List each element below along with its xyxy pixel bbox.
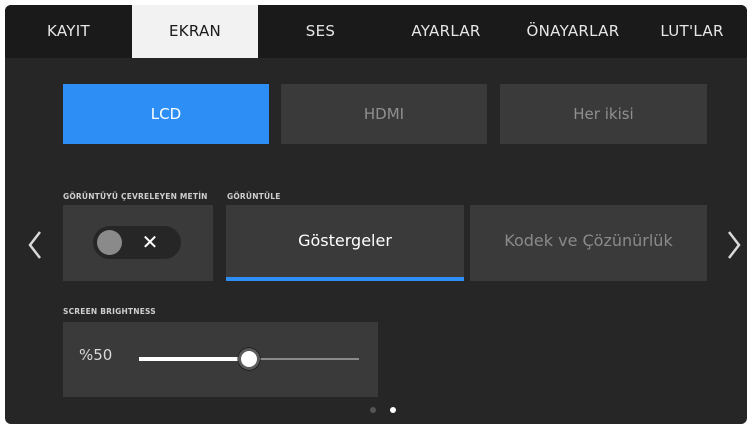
slider-thumb[interactable] xyxy=(238,348,260,370)
frame-guide-text-toggle[interactable]: ✕ xyxy=(93,226,181,259)
screen-brightness-label: SCREEN BRIGHTNESS xyxy=(63,307,156,316)
screen-brightness-value: %50 xyxy=(79,346,113,364)
toggle-knob xyxy=(97,230,122,255)
camera-settings-screen: KAYIT EKRAN SES AYARLAR ÖNAYARLAR LUT'LA… xyxy=(5,5,747,424)
display-codec-resolution-button[interactable]: Kodek ve Çözünürlük xyxy=(470,205,707,281)
tab-ekran[interactable]: EKRAN xyxy=(132,5,258,58)
output-lcd-button[interactable]: LCD xyxy=(63,84,269,144)
tab-onayarlar[interactable]: ÖNAYARLAR xyxy=(509,5,637,58)
tab-ses[interactable]: SES xyxy=(258,5,383,58)
tab-lutlar[interactable]: LUT'LAR xyxy=(637,5,747,58)
output-both-button[interactable]: Her ikisi xyxy=(500,84,707,144)
frame-guide-text-label: GÖRÜNTÜYÜ ÇEVRELEYEN METİN xyxy=(63,192,208,201)
screen-brightness-panel: %50 xyxy=(63,322,378,397)
close-icon: ✕ xyxy=(141,230,159,254)
chevron-right-icon[interactable] xyxy=(722,227,746,263)
slider-fill xyxy=(139,357,249,361)
display-indicators-label: Göstergeler xyxy=(298,231,392,250)
frame-guide-text-panel: ✕ xyxy=(63,205,213,281)
tab-bar: KAYIT EKRAN SES AYARLAR ÖNAYARLAR LUT'LA… xyxy=(5,5,747,58)
page-dot-1[interactable] xyxy=(370,407,376,413)
display-label: GÖRÜNTÜLE xyxy=(227,192,281,201)
output-hdmi-button[interactable]: HDMI xyxy=(281,84,487,144)
display-codec-resolution-label: Kodek ve Çözünürlük xyxy=(504,231,673,250)
page-dot-2[interactable] xyxy=(390,407,396,413)
selected-underline xyxy=(226,277,464,281)
tab-kayit[interactable]: KAYIT xyxy=(5,5,132,58)
display-indicators-button[interactable]: Göstergeler xyxy=(226,205,464,281)
tab-ayarlar[interactable]: AYARLAR xyxy=(383,5,509,58)
chevron-left-icon[interactable] xyxy=(23,227,47,263)
